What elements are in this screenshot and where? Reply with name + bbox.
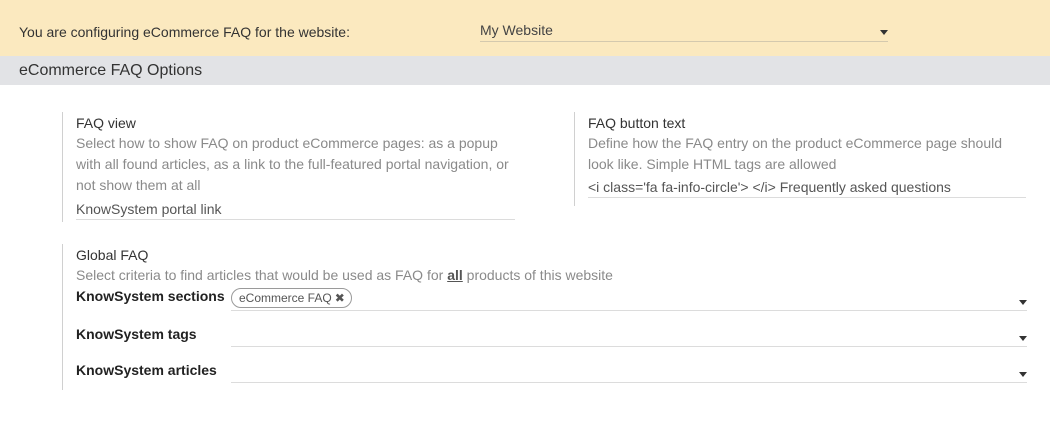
knowsystem-articles-field[interactable] bbox=[231, 359, 1027, 383]
section-tag: eCommerce FAQ ✖ bbox=[231, 288, 352, 308]
chevron-down-icon[interactable] bbox=[1019, 336, 1027, 341]
section-header: eCommerce FAQ Options bbox=[0, 56, 1050, 85]
website-select-value: My Website bbox=[480, 22, 553, 38]
faq-view-description: Select how to show FAQ on product eComme… bbox=[76, 135, 509, 193]
global-faq-description-emphasis: all bbox=[447, 267, 463, 283]
section-tag-label: eCommerce FAQ bbox=[239, 291, 332, 305]
global-faq-description-start: Select criteria to find articles that wo… bbox=[76, 267, 448, 283]
faq-view-value: KnowSystem portal link bbox=[76, 201, 222, 217]
chevron-down-icon[interactable] bbox=[1019, 300, 1027, 305]
website-select[interactable]: My Website bbox=[480, 20, 888, 42]
faq-button-text-heading: FAQ button text bbox=[588, 115, 686, 131]
knowsystem-tags-label: KnowSystem tags bbox=[76, 326, 197, 342]
knowsystem-sections-field[interactable]: eCommerce FAQ ✖ bbox=[231, 287, 1027, 311]
faq-button-text-setting: FAQ button text Define how the FAQ entry… bbox=[574, 112, 1026, 206]
knowsystem-tags-field[interactable] bbox=[231, 323, 1027, 347]
faq-button-text-description: Define how the FAQ entry on the product … bbox=[588, 135, 1003, 172]
faq-view-field[interactable]: KnowSystem portal link bbox=[76, 198, 515, 220]
global-faq-heading: Global FAQ bbox=[76, 247, 149, 263]
knowsystem-sections-label: KnowSystem sections bbox=[76, 288, 225, 304]
close-icon[interactable]: ✖ bbox=[335, 291, 345, 305]
section-title: eCommerce FAQ Options bbox=[19, 62, 203, 79]
faq-view-setting: FAQ view Select how to show FAQ on produ… bbox=[62, 112, 515, 222]
chevron-down-icon[interactable] bbox=[1019, 372, 1027, 377]
global-faq-description-end: products of this website bbox=[462, 267, 613, 283]
global-faq-description: Select criteria to find articles that wo… bbox=[76, 265, 976, 286]
website-config-bar: You are configuring eCommerce FAQ for th… bbox=[0, 0, 1050, 56]
faq-button-text-value: <i class='fa fa-info-circle'> </i> Frequ… bbox=[588, 179, 951, 195]
global-faq-setting: Global FAQ Select criteria to find artic… bbox=[62, 244, 1027, 390]
knowsystem-articles-label: KnowSystem articles bbox=[76, 362, 217, 378]
faq-view-heading: FAQ view bbox=[76, 115, 136, 131]
website-config-label: You are configuring eCommerce FAQ for th… bbox=[19, 24, 350, 40]
chevron-down-icon[interactable] bbox=[880, 30, 888, 35]
faq-button-text-field[interactable]: <i class='fa fa-info-circle'> </i> Frequ… bbox=[588, 176, 1026, 198]
